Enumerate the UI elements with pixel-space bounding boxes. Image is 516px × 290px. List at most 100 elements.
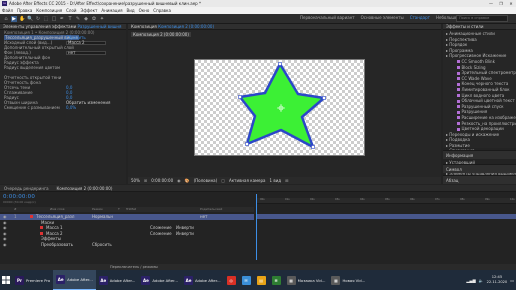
camera-tool-icon[interactable]: ⬚ <box>43 16 49 22</box>
character-panel-tab[interactable]: Символ <box>443 164 516 173</box>
composition-timeline-tab[interactable]: Композиция 2 (0:00:00:00) <box>53 186 117 191</box>
grid-toggle-icon[interactable]: ⊞ <box>144 178 147 183</box>
taskbar-app-button[interactable]: ◎ <box>224 270 239 290</box>
info-panel-tab[interactable]: Информация <box>443 150 516 159</box>
workspace-essentials[interactable]: Основные элементы <box>361 15 404 20</box>
effects-tree-label: Цикл водного цвета <box>461 92 505 98</box>
resolution-dropdown[interactable]: (Половина) <box>194 178 218 183</box>
timeline-layer-row[interactable]: ◉ Преобразовать Сбросить <box>0 242 254 248</box>
taskbar-app-icon: Ae <box>184 275 193 285</box>
label-color-swatch[interactable] <box>30 215 33 219</box>
pen-tool-icon[interactable]: ✒ <box>59 16 65 22</box>
menu-window[interactable]: Окно <box>139 8 150 13</box>
zoom-tool-icon[interactable]: 🔍 <box>27 16 33 22</box>
vertex-handle[interactable] <box>311 145 315 149</box>
effects-tree-label: Размытие <box>449 142 470 148</box>
camera-dropdown[interactable]: Активная камера <box>229 178 266 183</box>
effect-property-dropdown[interactable]: Масса 2 <box>66 40 106 45</box>
volume-icon[interactable]: 🔈 <box>479 278 484 283</box>
col-parent[interactable]: Родительский <box>200 207 222 212</box>
snapshot-icon[interactable]: ◉ <box>177 178 181 183</box>
label-color-swatch[interactable] <box>40 226 43 230</box>
windows-taskbar: Pr Premiere Pro Ae Adobe After... Ae Adobe Af… <box>0 270 516 290</box>
type-tool-icon[interactable]: T <box>67 16 73 22</box>
menu-composition[interactable]: Композиция <box>36 8 62 13</box>
layer-name[interactable]: Преобразовать <box>41 242 73 248</box>
effect-property-value[interactable]: 0,0% <box>66 105 76 110</box>
label-color-swatch[interactable] <box>40 231 43 235</box>
effect-fx-icon <box>457 105 460 109</box>
stamp-tool-icon[interactable]: ◆ <box>83 16 89 22</box>
taskbar-app-button[interactable]: Ae Adobe After... <box>181 270 224 290</box>
taskbar-app-button[interactable]: ▤ <box>254 270 269 290</box>
rotate-tool-icon[interactable]: ↻ <box>35 16 41 22</box>
col-mode[interactable]: Режим <box>92 207 103 212</box>
color-channel-icon[interactable]: 🎨 <box>185 178 190 183</box>
taskbar-app-button[interactable]: ▦ Новая Vid... <box>328 270 368 290</box>
current-time-display[interactable]: 0:00:00:00 <box>151 178 173 183</box>
taskbar-app-button[interactable]: Ae Adobe After... <box>96 270 139 290</box>
magnification-dropdown[interactable]: 50% <box>131 178 140 183</box>
notifications-icon[interactable]: ▭ <box>510 278 514 283</box>
timeline-panel: 0:00:00:00 00000 (30.00 кадр/с) # Имя сл… <box>0 192 516 264</box>
layer-bar[interactable] <box>256 214 516 219</box>
composition-label[interactable]: Композиция 2 (0:00:00:00) <box>131 32 191 37</box>
taskbar-app-button[interactable]: Pr Premiere Pro <box>12 270 53 290</box>
taskbar-app-button[interactable]: Ae Adobe After... <box>138 270 181 290</box>
menu-view[interactable]: Вид <box>127 8 135 13</box>
puppet-tool-icon[interactable]: ✦ <box>99 16 105 22</box>
clock[interactable]: 12:45 22.11.2020 <box>487 275 508 285</box>
col-layer-name[interactable]: Имя слоя <box>50 207 64 212</box>
menu-layer[interactable]: Слой <box>66 8 76 13</box>
time-ruler[interactable]: 00s 01s 02s 03s 04s 05s 06s 07s 08s 09s 10s <box>256 198 516 204</box>
effect-property-row[interactable]: Смещение с размыванием 0,0% <box>0 105 126 110</box>
title-bar: Ae Adobe After Effects CC 2015 - D:\Afte… <box>0 0 516 7</box>
effects-presets-panel: Эффекты и стили ▸ Анимационные стили ▸ Пе… <box>443 24 516 176</box>
minimize-button[interactable]: — <box>486 0 496 7</box>
viewer-options-icon[interactable]: ⊞ <box>285 178 288 183</box>
selection-tool-icon[interactable]: ▶ <box>11 15 17 22</box>
maximize-button[interactable]: ❐ <box>496 0 506 7</box>
vertex-handle[interactable] <box>245 142 249 146</box>
effect-fx-icon <box>457 82 460 86</box>
ruler-tick-label: 04s <box>360 198 365 201</box>
star-shape[interactable] <box>238 62 326 149</box>
composition-tab[interactable]: Композиция Композиция 2 (0:00:00:00) <box>128 24 441 30</box>
layer-mode[interactable]: Сбросить <box>92 242 112 248</box>
star-layer[interactable] <box>195 60 366 157</box>
playhead[interactable] <box>256 194 257 260</box>
viewer-controls: 50% ⊞ 0:00:00:00 ◉ 🎨 (Половина) ▢ Активн… <box>128 177 441 184</box>
brush-tool-icon[interactable]: ✎ <box>75 16 81 22</box>
vertex-handle[interactable] <box>278 62 282 66</box>
menu-edit[interactable]: Правка <box>17 8 32 13</box>
taskbar-app-button[interactable]: ▦ Мозаика Vid... <box>284 270 329 290</box>
start-button[interactable] <box>0 270 12 290</box>
menu-file[interactable]: Файл <box>2 8 13 13</box>
region-of-interest-icon[interactable]: ▢ <box>221 178 225 183</box>
vertex-handle[interactable] <box>322 96 326 100</box>
workspace-default[interactable]: Первоначальный вариант <box>300 15 355 20</box>
taskbar-app-button[interactable]: ✉ <box>239 270 254 290</box>
menu-animation[interactable]: Анимация <box>101 8 122 13</box>
taskbar-app-button[interactable]: ≡ <box>269 270 284 290</box>
close-button[interactable]: ✕ <box>506 0 516 7</box>
visibility-eye-icon[interactable]: ◉ <box>3 242 7 248</box>
view-layout-dropdown[interactable]: 1 вид <box>270 178 282 183</box>
hand-tool-icon[interactable]: ✋ <box>19 16 25 22</box>
eraser-tool-icon[interactable]: ✿ <box>91 16 97 22</box>
effects-tree-label: CC Smooth Blink <box>461 58 495 64</box>
help-search-input[interactable]: Поиск в справке <box>456 15 508 22</box>
network-icon[interactable]: ▂▄▆ <box>466 278 475 283</box>
effect-property-dropdown[interactable]: нет <box>66 50 106 55</box>
paragraph-panel-tab[interactable]: Абзац <box>443 175 516 184</box>
composition-canvas[interactable] <box>194 59 365 156</box>
menu-effect[interactable]: Эффект <box>81 8 98 13</box>
menu-help[interactable]: Справка <box>153 8 171 13</box>
render-queue-tab[interactable]: Очередь рендеринга <box>0 186 53 191</box>
vertex-handle[interactable] <box>238 95 242 99</box>
ruler-tick-label: 07s <box>435 198 440 201</box>
rectangle-tool-icon[interactable]: □ <box>51 16 57 22</box>
taskbar-app-button[interactable]: Ae Adobe After... <box>53 270 96 290</box>
workspace-standard[interactable]: Стандарт <box>410 15 430 20</box>
home-tool-icon[interactable]: ⌂ <box>3 16 9 22</box>
